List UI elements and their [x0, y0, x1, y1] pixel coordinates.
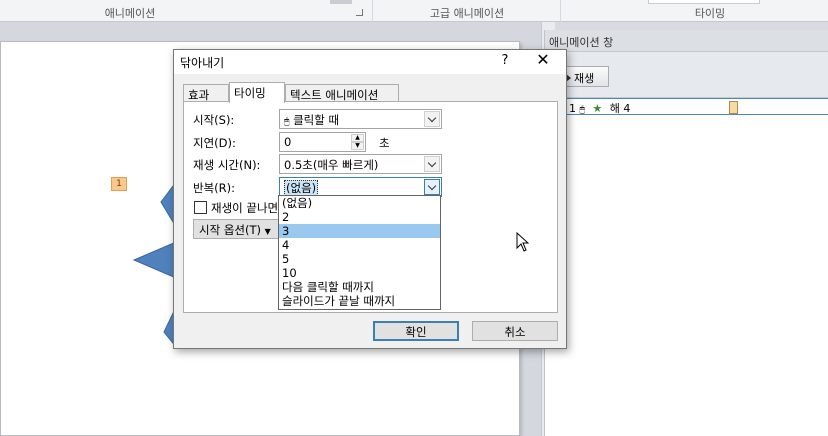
- ribbon-group-animation: 애니메이션: [104, 7, 156, 20]
- ribbon-group-timing: 타이밍: [694, 7, 726, 20]
- repeat-select[interactable]: (없음): [279, 177, 442, 197]
- animation-order-tag[interactable]: 1: [111, 177, 127, 191]
- delay-spinner[interactable]: ▲ ▼: [351, 134, 364, 150]
- ribbon-divider: [372, 0, 373, 22]
- rewind-checkbox[interactable]: [194, 201, 207, 214]
- repeat-option-highlighted[interactable]: 3: [279, 224, 440, 238]
- spin-down-icon[interactable]: ▼: [351, 142, 364, 150]
- animation-pane-title: 애니메이션 창: [545, 30, 828, 52]
- ribbon-control-edge: [330, 0, 352, 4]
- repeat-option[interactable]: 10: [279, 266, 440, 280]
- tab-effect[interactable]: 효과: [183, 84, 229, 102]
- animation-list-item[interactable]: 1 🖱 ★ 해 4: [565, 98, 828, 115]
- delay-input[interactable]: 0 ▲ ▼: [279, 132, 366, 152]
- mouse-click-icon: 🖱: [284, 117, 290, 127]
- dialog-launcher-icon[interactable]: [356, 9, 363, 16]
- repeat-option[interactable]: 2: [279, 210, 440, 224]
- start-select[interactable]: 🖱 클릭할 때: [279, 109, 442, 129]
- tab-text-animation[interactable]: 텍스트 애니메이션: [285, 84, 399, 102]
- duration-select-value: 0.5초(매우 빠르게): [284, 158, 379, 172]
- rewind-label: 재생이 끝나면: [211, 201, 279, 215]
- repeat-select-value: (없음): [284, 180, 319, 196]
- duration-select[interactable]: 0.5초(매우 빠르게): [279, 154, 442, 174]
- animation-pane-toolbar: 재생: [545, 52, 828, 98]
- delay-unit: 초: [379, 136, 390, 150]
- play-button[interactable]: 재생: [561, 66, 609, 87]
- repeat-dropdown-list: (없음) 2 3 4 5 10 다음 클릭할 때까지 슬라이드가 끝날 때까지: [278, 195, 441, 310]
- animation-pane: 애니메이션 창 재생 1 🖱 ★ 해 4: [544, 30, 828, 436]
- entrance-effect-icon: ★: [592, 102, 603, 115]
- dialog-titlebar: 닦아내기 ? ✕: [174, 50, 566, 74]
- close-button[interactable]: ✕: [531, 50, 555, 69]
- ribbon-control-edge: [648, 0, 760, 4]
- mouse-click-icon: 🖱: [579, 105, 585, 115]
- repeat-option[interactable]: 다음 클릭할 때까지: [279, 280, 440, 294]
- triggers-button-label: 시작 옵션(T): [199, 223, 261, 237]
- play-button-label: 재생: [574, 72, 595, 85]
- sun-ray-left: [132, 241, 177, 279]
- delay-input-value: 0: [284, 135, 292, 149]
- delay-label: 지연(D):: [193, 136, 236, 150]
- repeat-label: 반복(R):: [193, 181, 235, 195]
- dialog-title: 닦아내기: [180, 56, 225, 70]
- chevron-down-icon[interactable]: [424, 156, 440, 172]
- repeat-option[interactable]: 4: [279, 238, 440, 252]
- chevron-down-icon[interactable]: [424, 179, 440, 195]
- repeat-option[interactable]: (없음): [279, 196, 440, 210]
- timeline-bar[interactable]: [729, 101, 738, 114]
- help-button[interactable]: ?: [495, 53, 515, 68]
- cancel-button[interactable]: 취소: [472, 321, 558, 341]
- expand-icon: ▼: [264, 227, 271, 236]
- repeat-option[interactable]: 5: [279, 252, 440, 266]
- spin-up-icon[interactable]: ▲: [351, 134, 364, 142]
- triggers-button[interactable]: 시작 옵션(T) ▼: [193, 219, 283, 239]
- mouse-cursor-icon: [516, 232, 530, 252]
- ribbon-group-advanced: 고급 애니메이션: [429, 7, 505, 20]
- tab-timing[interactable]: 타이밍: [229, 82, 285, 103]
- ribbon: 애니메이션 고급 애니메이션 타이밍: [0, 0, 828, 22]
- ribbon-divider: [560, 0, 561, 22]
- animation-item-index: 1: [569, 102, 576, 115]
- duration-label: 재생 시간(N):: [193, 158, 261, 172]
- repeat-option[interactable]: 슬라이드가 끝날 때까지: [279, 294, 440, 308]
- start-select-value: 클릭할 때: [293, 113, 340, 127]
- animation-item-name: 해 4: [609, 102, 631, 115]
- start-label: 시작(S):: [193, 113, 235, 127]
- ok-button[interactable]: 확인: [373, 321, 459, 341]
- chevron-down-icon[interactable]: [424, 111, 440, 127]
